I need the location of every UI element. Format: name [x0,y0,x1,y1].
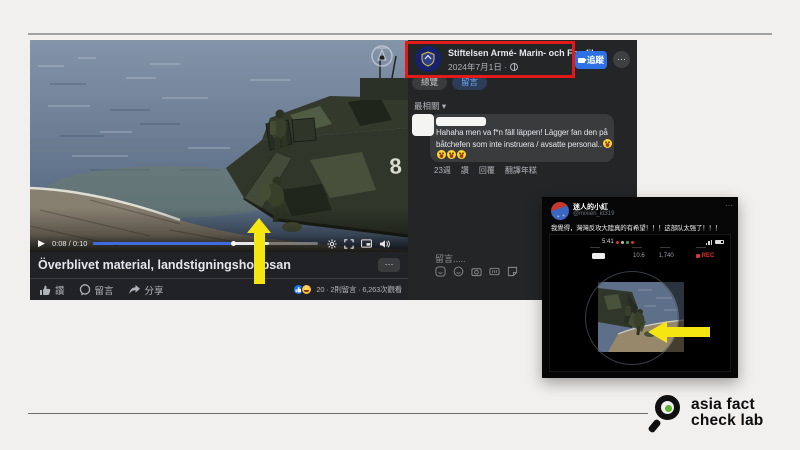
asia-fact-check-lab-logo: asia fact check lab [648,393,763,433]
blurred-commenter-avatar[interactable] [412,114,434,136]
rofl-emoji [437,150,446,159]
video-column: 8 [30,40,408,300]
battery-icon [715,240,724,245]
camera-status-bar: 5:41 [550,238,731,246]
logo-text: asia fact check lab [691,397,763,430]
logo-line-2: check lab [691,413,763,430]
status-dot-red [616,241,619,244]
comment-reply-link[interactable]: 回覆 [479,165,495,176]
comment-composer-input[interactable]: 留言..... [435,252,466,265]
camera-zoom-value: 10.6 [633,253,645,259]
comment-translate-link[interactable]: 翻譯年糕 [505,165,537,176]
comment-age: 23週 [434,165,451,176]
comment-line-1: Hahaha men va f*n fäll läppen! Lägger fa… [436,128,608,139]
comment-bubble: Hahaha men va f*n fäll läppen! Lägger fa… [430,114,614,162]
annotation-arrow-up-body [254,232,265,284]
thumbs-up-icon [39,284,51,296]
rec-indicator: REC [696,253,715,259]
battery-level-icon [592,253,605,259]
status-dot-green [626,241,629,244]
camera-control-row: 10.6 1,740 REC [550,250,731,262]
annotation-arrow-left-body [666,327,710,337]
comment-line-2-text: båtchefen som inte instruera / avsatte p… [436,140,602,149]
comment-bubble-icon [79,284,91,296]
share-button[interactable]: 分享 [128,283,164,297]
reaction-badges [293,284,312,295]
share-label: 分享 [145,283,164,297]
fullscreen-icon[interactable] [344,239,354,249]
post-action-bar: 讚 留言 分享 20 · 2則 [30,278,408,300]
camera-icon[interactable] [471,266,482,277]
comment-like-link[interactable]: 讚 [461,165,469,176]
logo-line-1: asia fact [691,397,763,414]
gif-icon[interactable] [489,266,500,277]
sweat-smile-emoji [603,139,612,148]
volume-icon[interactable] [379,239,390,249]
video-player[interactable]: 8 [30,40,408,252]
rofl-emoji [457,150,466,159]
annotation-arrow-left [648,321,667,343]
share-arrow-icon [128,284,141,295]
video-time: 0:08 / 0:10 [52,239,87,248]
highlight-box-red [405,41,575,78]
rec-label: REC [702,253,715,259]
camera-frame-count: 1,740 [659,253,674,259]
like-label: 讚 [55,283,65,297]
blurred-commenter-name [436,117,486,126]
comment-button[interactable]: 留言 [79,283,114,297]
picture-in-picture-icon[interactable] [361,239,372,248]
comment-line-2: båtchefen som inte instruera / avsatte p… [436,139,608,151]
post-stats: 20 · 2則留言 · 6,263次觀看 [316,284,402,295]
settings-gear-icon[interactable] [327,239,337,249]
camera-time: 5:41 [602,239,614,245]
comment-emoji-row [436,150,608,162]
annotation-arrow-up [247,218,271,233]
signal-icon [706,240,712,245]
like-button[interactable]: 讚 [39,283,65,297]
avatar-sticker-icon[interactable] [435,266,446,277]
frame-line-bottom [28,413,648,414]
tweet-avatar[interactable] [551,202,569,220]
follow-button[interactable]: 追蹤 [575,51,607,69]
follow-label: 追蹤 [587,54,604,66]
video-more-button[interactable]: ⋯ [378,258,400,272]
post-more-button[interactable]: ⋯ [613,51,630,68]
magnifier-logo-icon [648,393,684,433]
vignette-ring [585,271,679,365]
status-dot-red2 [631,241,634,244]
grin-emoji [447,150,456,159]
landing-craft-scene: 8 [30,40,408,252]
comment-meta-row: 23週 讚 回覆 翻譯年糕 [434,165,537,176]
boat-number: 8 [389,153,403,179]
composer-icon-row [435,266,518,277]
tweet-more-button[interactable]: ⋯ [725,201,733,210]
tweet-screenshot-card: 迷人的小紅 @mixien_kt319 ⋯ 我覺得，灣灣反攻大陸真的有希望！！！… [542,197,738,378]
emoji-icon[interactable] [453,266,464,277]
status-dot-gray [621,241,624,244]
video-progress-bar[interactable] [93,242,318,245]
video-control-bar: ▶ 0:08 / 0:10 [30,235,408,252]
video-title-bar: Överblivet material, landstigningshoppsa… [30,252,408,278]
tweet-text: 我覺得，灣灣反攻大陸真的有希望！！！这部队太强了！！！ [551,222,733,232]
tweet-handle: @mixien_kt319 [573,211,614,217]
video-follow-icon [578,58,585,63]
camera-recording-frame: 5:41 10.6 1,740 REC [549,234,731,372]
frame-line-top [28,33,772,35]
play-icon[interactable]: ▶ [38,238,48,249]
comment-label: 留言 [95,283,114,297]
video-title: Överblivet material, landstigningshoppsa… [38,258,291,272]
sticker-icon[interactable] [507,266,518,277]
sort-dropdown[interactable]: 最相關 ▾ [414,100,446,112]
haha-reaction-icon [301,284,312,295]
